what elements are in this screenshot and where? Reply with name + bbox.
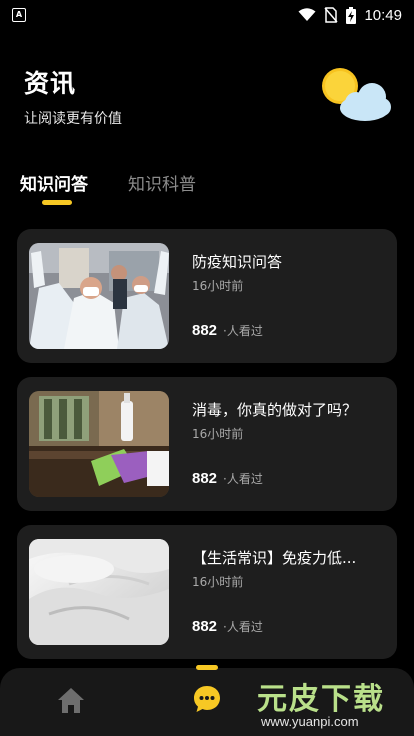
wifi-icon [298, 8, 316, 21]
tab-knowledge-qa[interactable]: 知识问答 [20, 170, 88, 195]
article-time: 16小时前 [192, 575, 244, 589]
views-count: 882 [192, 618, 218, 635]
nav-active-indicator [196, 665, 218, 670]
status-time: 10:49 [364, 6, 402, 24]
chat-bubble-icon[interactable] [192, 684, 222, 714]
article-views: 882 ·人看过 [192, 470, 263, 487]
page-subtitle: 让阅读更有价值 [24, 111, 122, 127]
watermark: 元皮下载 www.yuanpi.com [247, 670, 414, 736]
page-title: 资讯 [24, 69, 77, 98]
battery-charging-icon [346, 6, 357, 24]
article-time: 16小时前 [192, 279, 244, 293]
status-bar: A 10:49 [0, 0, 414, 30]
views-count: 882 [192, 322, 218, 339]
home-icon[interactable] [56, 686, 86, 714]
views-label: ·人看过 [223, 472, 263, 486]
sun-cloud-icon [322, 68, 391, 121]
article-title: 消毒，你真的做对了吗？ [192, 401, 358, 419]
article-list: 防疫知识问答 16小时前 882 ·人看过 消毒，你真的做对了吗？ 16小时前 [17, 229, 397, 717]
tab-active-indicator [42, 200, 72, 205]
views-count: 882 [192, 470, 218, 487]
app-notification-icon: A [12, 8, 26, 22]
views-label: ·人看过 [223, 620, 263, 634]
article-time: 16小时前 [192, 427, 244, 441]
article-views: 882 ·人看过 [192, 322, 263, 339]
no-sim-icon [324, 7, 339, 23]
article-title: 防疫知识问答 [192, 253, 283, 271]
watermark-text: 元皮下载 [257, 682, 385, 717]
watermark-url: www.yuanpi.com [261, 714, 359, 729]
article-title: 【生活常识】免疫力低... [192, 549, 357, 567]
article-thumbnail-disinfection [29, 391, 169, 497]
article-card[interactable]: 消毒，你真的做对了吗？ 16小时前 882 ·人看过 [17, 377, 397, 511]
article-thumbnail-bedding [29, 539, 169, 645]
article-card[interactable]: 【生活常识】免疫力低... 16小时前 882 ·人看过 [17, 525, 397, 659]
article-card[interactable]: 防疫知识问答 16小时前 882 ·人看过 [17, 229, 397, 363]
article-thumbnail-medical [29, 243, 169, 349]
views-label: ·人看过 [223, 324, 263, 338]
tab-knowledge-science[interactable]: 知识科普 [128, 170, 196, 195]
article-views: 882 ·人看过 [192, 618, 263, 635]
tab-bar: 知识问答 知识科普 [20, 170, 196, 205]
